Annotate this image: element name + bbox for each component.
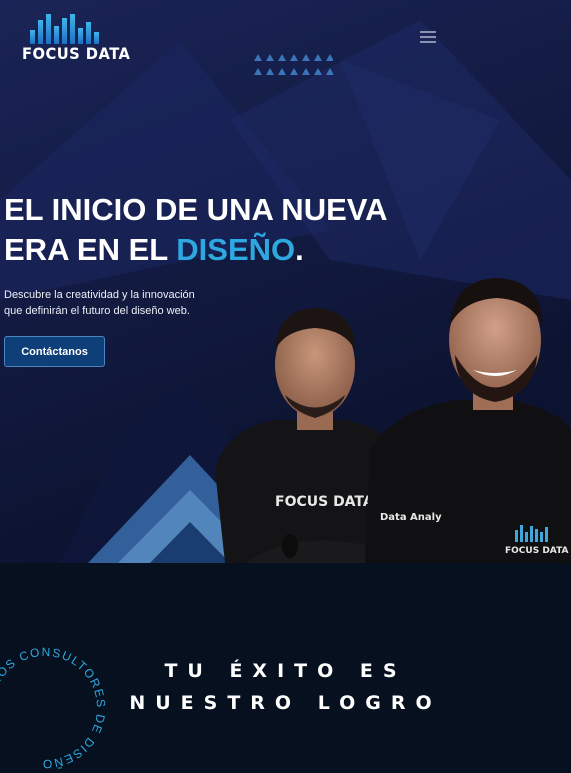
section-title: TU ÉXITO ES NUESTRO LOGRO [0, 655, 571, 719]
team-photo: FOCUS DATA Data Analy FOCUS DATA [215, 278, 571, 563]
brand-name: FOCUS DATA [22, 44, 131, 63]
shirt-text-left: FOCUS DATA [275, 494, 374, 510]
section-title-line2: NUESTRO LOGRO [129, 692, 442, 714]
hero-subtext: Descubre la creatividad y la innovación … [4, 287, 234, 319]
logo-bars-icon [30, 14, 99, 44]
contact-button[interactable]: Contáctanos [4, 336, 105, 367]
headline-period: . [295, 232, 304, 267]
headline-accent: DISEÑO [176, 232, 296, 267]
section-title-line1: TU ÉXITO ES [164, 660, 407, 682]
success-section: SOMOS CONSULTORES DE DISEÑO TU ÉXITO ES … [0, 563, 571, 771]
subtext-line2: que definirán el futuro del diseño web. [4, 305, 190, 317]
decorative-dots [254, 54, 333, 75]
headline-line2: ERA EN EL [4, 232, 168, 267]
shirt-logo-right: FOCUS DATA [505, 546, 569, 556]
subtext-line1: Descubre la creatividad y la innovación [4, 289, 195, 301]
hamburger-menu-icon[interactable] [420, 31, 436, 45]
hero-section: FOCUS DATA EL INICIO DE UNA NUEVA ERA EN… [0, 0, 571, 563]
hero-headline: EL INICIO DE UNA NUEVA ERA EN EL DISEÑO. [4, 190, 424, 270]
brand-logo[interactable]: FOCUS DATA [22, 14, 130, 64]
shirt-text-right: Data Analy [380, 512, 442, 523]
headline-line1: EL INICIO DE UNA NUEVA [4, 192, 388, 227]
